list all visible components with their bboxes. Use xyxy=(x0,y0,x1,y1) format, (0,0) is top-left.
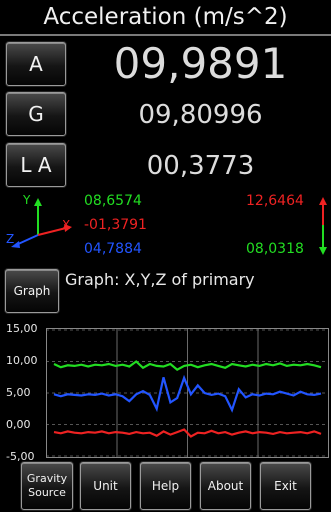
range-arrow-icon xyxy=(319,197,327,255)
acceleration-chart xyxy=(46,328,329,458)
gravity-source-button[interactable]: Gravity Source xyxy=(21,462,73,510)
min-value: 08,0318 xyxy=(246,241,304,257)
y-value: 08,6574 xyxy=(84,193,142,209)
exit-button[interactable]: Exit xyxy=(260,462,311,510)
max-value: 12,6464 xyxy=(246,193,304,209)
title-divider xyxy=(0,34,331,36)
z-axis-label: Z xyxy=(6,232,15,246)
y-tick-label: 10,00 xyxy=(6,354,38,367)
help-button[interactable]: Help xyxy=(140,462,191,510)
mode-la-button[interactable]: L A xyxy=(6,143,66,187)
graph-button[interactable]: Graph xyxy=(5,269,59,313)
mode-a-button[interactable]: A xyxy=(6,42,66,86)
z-value: 04,7884 xyxy=(84,241,142,257)
acceleration-value: 09,9891 xyxy=(113,39,288,88)
x-value: -01,3791 xyxy=(84,217,147,233)
about-button[interactable]: About xyxy=(200,462,251,510)
x-axis-label: X xyxy=(62,218,71,232)
y-tick-label: 15,00 xyxy=(6,322,38,335)
y-axis-label: Y xyxy=(23,193,31,207)
gravity-value: 09,80996 xyxy=(138,100,263,130)
linear-acceleration-value: 00,3773 xyxy=(146,151,255,181)
unit-button[interactable]: Unit xyxy=(80,462,131,510)
y-tick-label: 5,00 xyxy=(6,386,31,399)
mode-g-button[interactable]: G xyxy=(6,92,66,136)
y-tick-label: 0,00 xyxy=(6,418,31,431)
app-title: Acceleration (m/s^2) xyxy=(43,4,288,30)
graph-caption: Graph: X,Y,Z of primary xyxy=(65,270,255,289)
